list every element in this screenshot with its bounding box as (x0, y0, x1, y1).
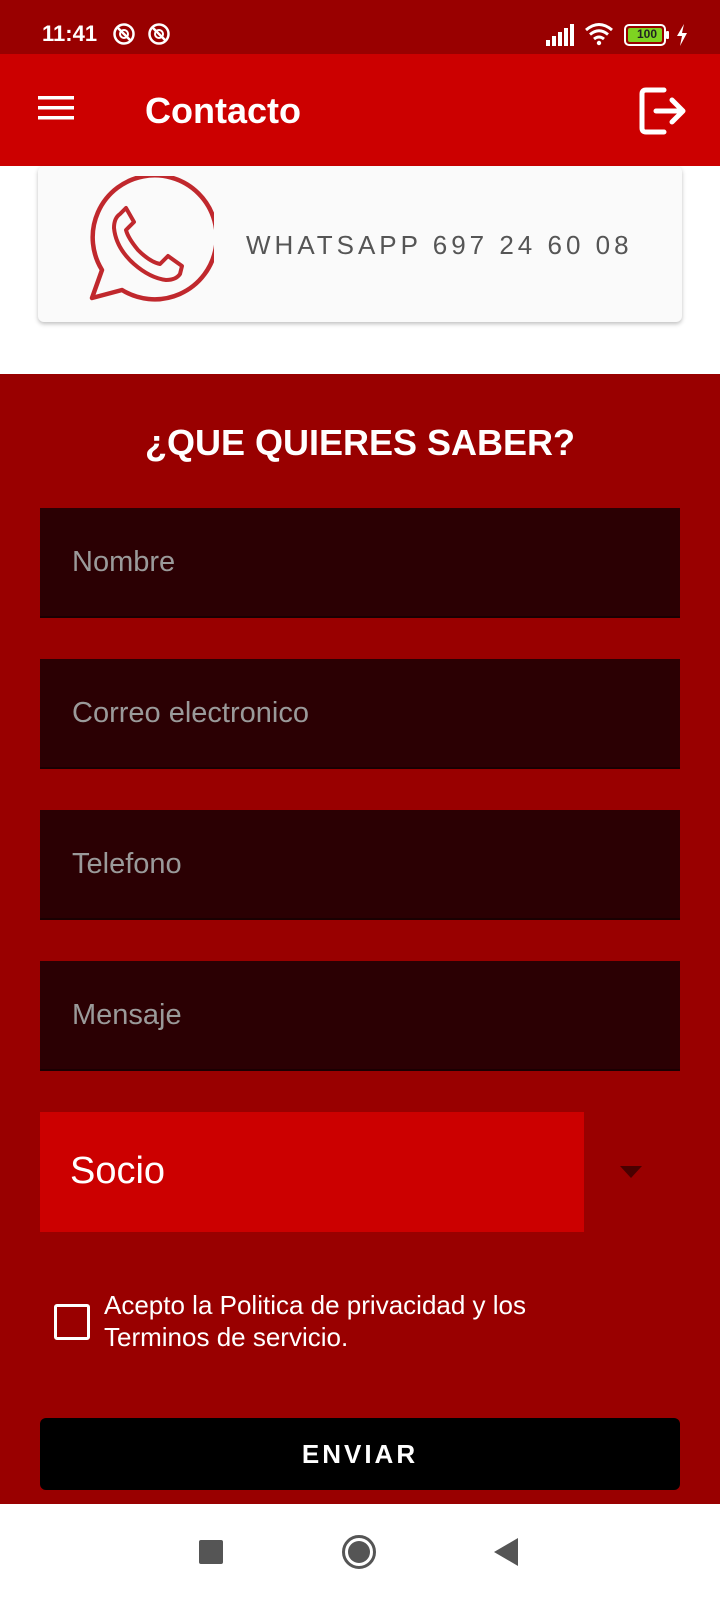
whatsapp-icon (89, 176, 214, 302)
back-icon[interactable] (494, 1538, 518, 1566)
phone-input[interactable] (40, 810, 680, 920)
recents-icon[interactable] (199, 1540, 223, 1564)
charging-icon (677, 24, 687, 46)
status-time: 11:41 (42, 21, 98, 46)
signal-icon (546, 24, 574, 46)
member-type-value: Socio (70, 1150, 166, 1192)
app-bar: Contacto (0, 54, 720, 166)
home-icon[interactable] (341, 1534, 377, 1570)
privacy-terms-label: Acepto la Politica de privacidad y los T… (104, 1290, 527, 1352)
logout-icon[interactable] (636, 84, 690, 138)
name-input[interactable] (40, 508, 680, 618)
whatsapp-label: WHATSAPP 697 24 60 08 (246, 230, 633, 260)
form-title: ¿QUE QUIERES SABER? (144, 422, 576, 463)
email-input[interactable] (40, 659, 680, 769)
wifi-icon (585, 23, 613, 46)
message-input[interactable] (40, 961, 680, 1071)
menu-icon[interactable] (36, 92, 76, 124)
privacy-checkbox[interactable] (54, 1304, 90, 1340)
notification-icon (113, 23, 135, 45)
notification-icon (148, 23, 170, 45)
chevron-down-icon[interactable] (620, 1166, 642, 1178)
send-button[interactable]: ENVIAR (40, 1418, 680, 1490)
battery-level: 100 (636, 27, 658, 41)
page-title: Contacto (145, 90, 301, 131)
status-bar: 11:41 100 (0, 0, 720, 54)
